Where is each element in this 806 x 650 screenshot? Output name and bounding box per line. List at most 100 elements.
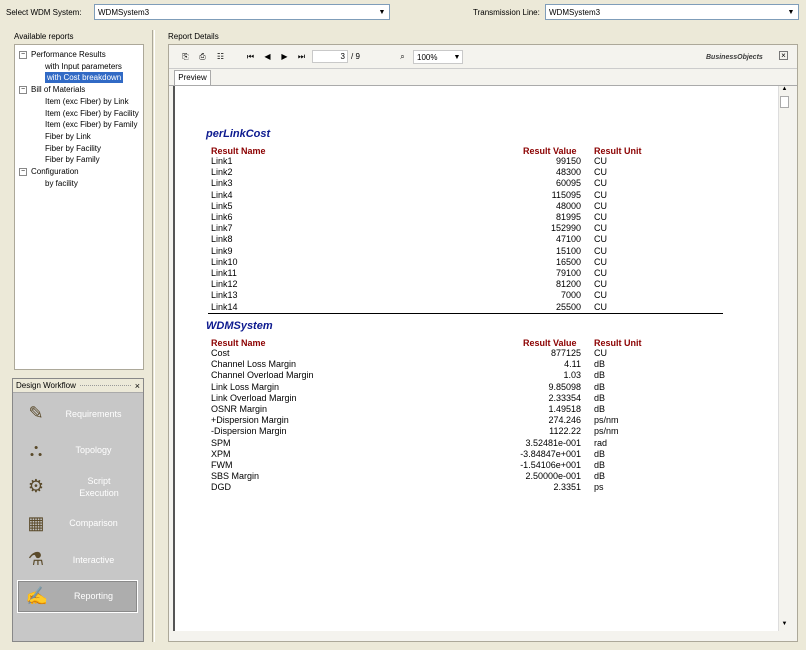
tree-report-item[interactable]: Fiber by Facility	[45, 143, 101, 154]
wdm-system-select[interactable]: WDMSystem3 ▼	[94, 4, 390, 20]
tree-report-item[interactable]: Item (exc Fiber) by Link	[45, 96, 129, 107]
tree-collapse-toggle[interactable]: −	[19, 168, 27, 176]
tree-folder[interactable]: Bill of Materials	[31, 84, 85, 95]
table-row: Link5 48000 CU	[211, 201, 651, 212]
search-icon[interactable]: ⌕	[397, 51, 408, 62]
table-row: DGD 2.3351 ps	[211, 482, 651, 493]
tree-report-item[interactable]: with Input parameters	[45, 61, 122, 72]
transmission-line-select[interactable]: WDMSystem3 ▼	[545, 4, 799, 20]
close-icon[interactable]: ×	[135, 381, 143, 391]
result-unit: CU	[594, 156, 607, 166]
report-toolbar: ⎘ ⎙ ☷ ⏮ ◀ ▶ ⏭ 3 / 9 ⌕ 100% ▼ BusinessObj…	[169, 45, 797, 69]
workflow-item-label: Comparison	[69, 518, 118, 528]
transmission-line-value: WDMSystem3	[549, 7, 601, 17]
workflow-interactive-button[interactable]: ⚗ Interactive	[17, 543, 138, 576]
result-name: Link Overload Margin	[211, 392, 297, 403]
result-name: Channel Overload Margin	[211, 370, 314, 381]
result-value: 81995	[555, 212, 581, 222]
table-row: SPM 3.52481e-001 rad	[211, 438, 651, 449]
next-page-icon[interactable]: ▶	[279, 51, 290, 62]
workflow-item-label: Topology	[75, 445, 112, 455]
result-value: 9.85098	[548, 381, 581, 392]
result-name: XPM	[211, 448, 231, 459]
result-unit: CU	[594, 189, 607, 200]
chevron-down-icon: ▼	[787, 8, 795, 16]
tab-preview[interactable]: Preview	[174, 70, 211, 85]
close-icon[interactable]: ×	[779, 51, 788, 60]
result-unit: CU	[594, 268, 607, 278]
export-icon[interactable]: ⎘	[180, 51, 191, 62]
result-unit: ps/nm	[594, 415, 619, 426]
result-name: -Dispersion Margin	[211, 426, 287, 437]
zoom-select[interactable]: 100% ▼	[413, 50, 463, 64]
result-value: 79100	[555, 268, 581, 278]
result-value: 60095	[555, 178, 581, 189]
workflow-script-execution-button[interactable]: ⚙ Script Execution	[17, 470, 138, 503]
workflow-topology-button[interactable]: ⛬ Topology	[17, 434, 138, 467]
result-unit: dB	[594, 460, 606, 470]
wdm-header-value: Result Value	[523, 338, 577, 348]
result-unit: CU	[594, 301, 607, 312]
result-value: 2.3351	[553, 482, 581, 493]
report-tree[interactable]: − Performance Results with Input parameter…	[14, 44, 144, 370]
result-value: 48300	[555, 167, 581, 178]
result-name: SBS Margin	[211, 471, 260, 482]
result-unit: CU	[594, 245, 607, 256]
tree-report-item[interactable]: by facility	[45, 178, 78, 189]
table-row: Link Overload Margin 2.33354 dB	[211, 393, 651, 404]
tree-collapse-toggle[interactable]: −	[19, 86, 27, 95]
result-unit: CU	[594, 256, 607, 267]
tree-report-item[interactable]: with Cost breakdown	[45, 72, 124, 84]
result-value: 1122.22	[549, 426, 581, 437]
tree-report-item[interactable]: Item (exc Fiber) by Facility	[45, 108, 139, 119]
topology-icon: ⛬	[29, 439, 43, 460]
result-name: SPM	[211, 437, 231, 448]
vertical-scrollbar[interactable]: ▲ ▼	[778, 86, 790, 631]
perlink-header-value: Result Value	[523, 146, 577, 156]
table-row: OSNR Margin 1.49518 dB	[211, 404, 651, 415]
tree-report-item[interactable]: Fiber by Family	[45, 154, 100, 165]
result-unit: CU	[594, 167, 607, 178]
scroll-down-icon[interactable]: ▼	[779, 621, 790, 631]
workflow-requirements-button[interactable]: ✎ Requirements	[17, 397, 138, 430]
group-tree-icon[interactable]: ☷	[215, 51, 226, 62]
tree-report-item[interactable]: Fiber by Link	[45, 131, 91, 142]
scroll-up-icon[interactable]: ▲	[779, 86, 790, 96]
workflow-comparison-button[interactable]: ▦ Comparison	[17, 507, 138, 540]
result-unit: rad	[594, 437, 608, 448]
tree-folder[interactable]: Performance Results	[31, 49, 106, 60]
result-unit: CU	[594, 200, 607, 211]
table-row: Link Loss Margin 9.85098 dB	[211, 382, 651, 393]
tree-folder[interactable]: Configuration	[31, 166, 79, 177]
result-value: 16500	[555, 256, 581, 267]
result-unit: dB	[594, 370, 606, 381]
last-page-icon[interactable]: ⏭	[296, 51, 307, 62]
result-value: -1.54106e+001	[520, 460, 581, 470]
result-name: Link9	[211, 245, 233, 256]
result-unit: ps/nm	[594, 426, 619, 437]
result-unit: dB	[594, 381, 606, 392]
result-name: OSNR Margin	[211, 404, 268, 414]
design-workflow-header: Design Workflow ×	[13, 379, 143, 393]
chevron-down-icon: ▼	[453, 53, 461, 61]
result-unit: CU	[594, 212, 607, 222]
result-name: Channel Loss Margin	[211, 359, 297, 370]
table-row: Link2 48300 CU	[211, 167, 651, 178]
previous-page-icon[interactable]: ◀	[262, 51, 273, 62]
wdm-system-value: WDMSystem3	[98, 7, 150, 17]
result-name: Link2	[211, 167, 233, 178]
business-objects-logo: BusinessObjects	[706, 54, 763, 61]
workflow-reporting-button[interactable]: ✍ Reporting	[17, 579, 138, 613]
workflow-item-label: Script Execution	[79, 475, 119, 498]
panel-splitter[interactable]	[152, 30, 155, 642]
result-value: 2.50000e-001	[525, 471, 581, 482]
first-page-icon[interactable]: ⏮	[245, 51, 256, 62]
result-value: 25500	[555, 301, 581, 312]
page-number-input[interactable]: 3	[312, 50, 348, 63]
print-icon[interactable]: ⎙	[197, 51, 208, 62]
tree-report-item[interactable]: Item (exc Fiber) by Family	[45, 119, 137, 130]
scroll-thumb[interactable]	[780, 96, 789, 108]
tree-collapse-toggle[interactable]: −	[19, 51, 27, 59]
design-workflow-panel: Design Workflow × ✎ Requirements ⛬ Topology…	[12, 378, 144, 642]
result-name: Link Loss Margin	[211, 381, 280, 392]
